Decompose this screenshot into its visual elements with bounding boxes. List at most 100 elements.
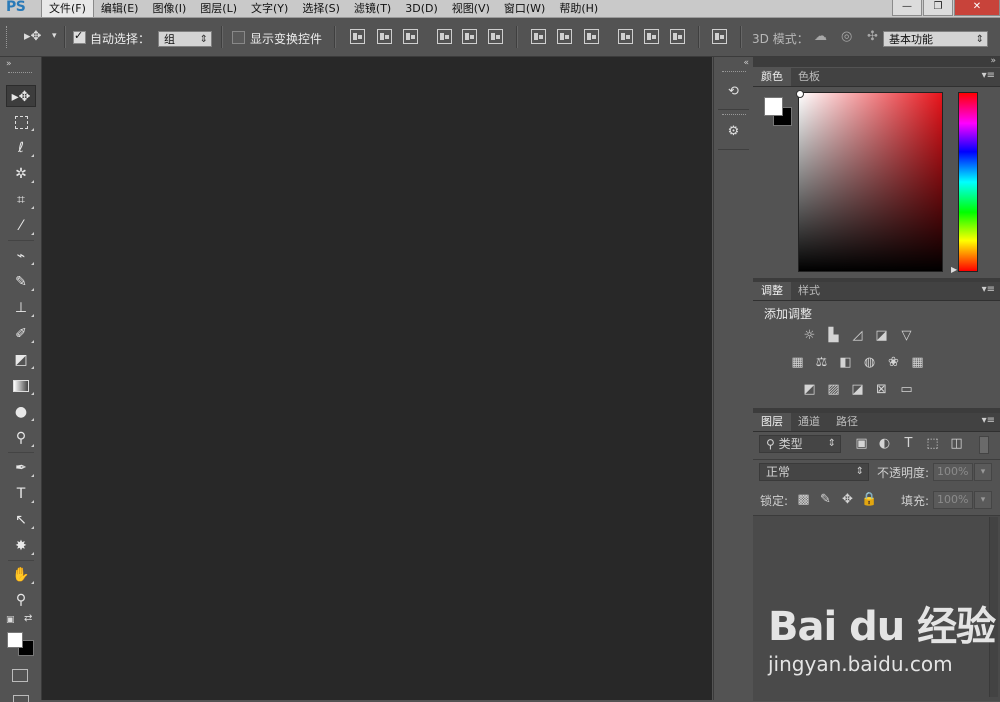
menu-window[interactable]: 窗口(W) bbox=[497, 0, 552, 17]
history-brush-tool[interactable]: ✐ bbox=[6, 323, 36, 345]
align-right-icon[interactable] bbox=[488, 29, 503, 44]
color-panel-foreground-swatch[interactable] bbox=[764, 97, 783, 116]
auto-select-checkbox[interactable] bbox=[73, 29, 86, 44]
distribute-right-icon[interactable] bbox=[670, 29, 685, 44]
strip-grip[interactable] bbox=[722, 71, 746, 75]
swap-colors-icon[interactable]: ⇄ bbox=[24, 613, 32, 624]
dodge-tool[interactable]: ⚲ bbox=[6, 427, 36, 449]
close-button[interactable]: ✕ bbox=[954, 0, 1000, 16]
exposure-icon[interactable]: ◪ bbox=[873, 328, 890, 343]
tab-channels[interactable]: 通道 bbox=[790, 413, 828, 431]
blend-mode-dropdown[interactable]: 正常 bbox=[759, 463, 869, 481]
menu-type[interactable]: 文字(Y) bbox=[244, 0, 295, 17]
path-selection-tool[interactable]: ↖ bbox=[6, 509, 36, 531]
adjustments-panel-menu-icon[interactable]: ▾≡ bbox=[982, 284, 995, 295]
align-bottom-icon[interactable] bbox=[403, 29, 418, 44]
move-tool-preset-icon[interactable]: ▸✥ bbox=[24, 30, 41, 44]
lasso-tool[interactable]: ℓ bbox=[6, 137, 36, 159]
blur-tool[interactable]: ● bbox=[6, 401, 36, 423]
toolbox-grip[interactable] bbox=[8, 72, 32, 76]
menu-view[interactable]: 视图(V) bbox=[445, 0, 497, 17]
levels-icon[interactable]: ▙ bbox=[825, 328, 842, 343]
opacity-dropdown-arrow-icon[interactable]: ▾ bbox=[974, 463, 992, 481]
menu-3d[interactable]: 3D(D) bbox=[398, 0, 445, 17]
menu-filter[interactable]: 滤镜(T) bbox=[347, 0, 398, 17]
type-tool[interactable]: T bbox=[6, 483, 36, 505]
collapse-strip-icon[interactable]: « bbox=[743, 58, 749, 68]
menu-layer[interactable]: 图层(L) bbox=[193, 0, 244, 17]
magic-wand-tool[interactable]: ✲ bbox=[6, 163, 36, 185]
crop-tool[interactable]: ⌗ bbox=[6, 189, 36, 211]
history-panel-icon[interactable]: ⟲ bbox=[720, 81, 747, 103]
color-panel-menu-icon[interactable]: ▾≡ bbox=[982, 70, 995, 81]
auto-select-dropdown[interactable]: 组 bbox=[158, 31, 212, 48]
menu-help[interactable]: 帮助(H) bbox=[552, 0, 605, 17]
lock-image-pixels-icon[interactable]: ✎ bbox=[817, 492, 834, 507]
vibrance-icon[interactable]: ▽ bbox=[898, 328, 915, 343]
distribute-top-icon[interactable] bbox=[531, 29, 546, 44]
curves-icon[interactable]: ◿ bbox=[849, 328, 866, 343]
eraser-tool[interactable]: ◩ bbox=[6, 349, 36, 371]
hue-slider-handle-icon[interactable]: ▶ bbox=[951, 265, 957, 274]
lock-all-icon[interactable]: 🔒 bbox=[861, 492, 878, 507]
align-top-icon[interactable] bbox=[350, 29, 365, 44]
foreground-color-swatch[interactable] bbox=[7, 632, 23, 648]
fill-field[interactable]: 100% bbox=[933, 491, 973, 509]
tab-styles[interactable]: 样式 bbox=[790, 282, 828, 300]
properties-panel-icon[interactable]: ⚙ bbox=[720, 121, 747, 143]
expand-toolbox-icon[interactable]: » bbox=[6, 59, 12, 69]
invert-icon[interactable]: ◩ bbox=[801, 382, 818, 397]
3d-roll-icon[interactable]: ◎ bbox=[841, 30, 852, 44]
color-balance-icon[interactable]: ⚖ bbox=[813, 355, 830, 370]
show-transform-checkbox[interactable] bbox=[232, 31, 245, 44]
minimize-button[interactable]: — bbox=[892, 0, 922, 16]
filter-type-icon[interactable]: T bbox=[900, 436, 917, 451]
align-left-icon[interactable] bbox=[437, 29, 452, 44]
filter-shape-icon[interactable]: ⬚ bbox=[924, 436, 941, 451]
filter-smart-object-icon[interactable]: ◫ bbox=[948, 436, 965, 451]
shape-tool[interactable]: ✸ bbox=[6, 535, 36, 557]
gradient-tool[interactable] bbox=[6, 375, 36, 397]
photo-filter-icon[interactable]: ◍ bbox=[861, 355, 878, 370]
lock-position-icon[interactable]: ✥ bbox=[839, 492, 856, 507]
color-picker-marker[interactable] bbox=[796, 90, 804, 98]
filter-adjustment-icon[interactable]: ◐ bbox=[876, 436, 893, 451]
hue-saturation-icon[interactable]: ▦ bbox=[789, 355, 806, 370]
distribute-vertical-center-icon[interactable] bbox=[557, 29, 572, 44]
eyedropper-tool[interactable]: ⁄ bbox=[6, 215, 36, 237]
gradient-map-icon[interactable]: ▭ bbox=[898, 382, 915, 397]
brush-tool[interactable]: ✎ bbox=[6, 271, 36, 293]
distribute-horizontal-center-icon[interactable] bbox=[644, 29, 659, 44]
opacity-field[interactable]: 100% bbox=[933, 463, 973, 481]
layer-filter-dropdown[interactable]: ⚲ 类型 bbox=[759, 435, 841, 453]
workspace-dropdown[interactable]: 基本功能 bbox=[883, 31, 988, 48]
threshold-icon[interactable]: ◪ bbox=[849, 382, 866, 397]
document-canvas-area[interactable] bbox=[42, 57, 712, 700]
lock-transparent-pixels-icon[interactable]: ▩ bbox=[795, 492, 812, 507]
black-white-icon[interactable]: ◧ bbox=[837, 355, 854, 370]
auto-align-layers-icon[interactable] bbox=[712, 29, 727, 44]
tab-layers[interactable]: 图层 bbox=[753, 413, 791, 431]
healing-brush-tool[interactable]: ⌁ bbox=[6, 245, 36, 267]
hue-slider[interactable] bbox=[958, 92, 978, 272]
tab-color[interactable]: 颜色 bbox=[753, 68, 791, 86]
color-lookup-icon[interactable]: ▦ bbox=[909, 355, 926, 370]
menu-file[interactable]: 文件(F) bbox=[41, 0, 94, 17]
align-horizontal-center-icon[interactable] bbox=[462, 29, 477, 44]
maximize-button[interactable]: ❐ bbox=[923, 0, 953, 16]
tab-swatches[interactable]: 色板 bbox=[790, 68, 828, 86]
pen-tool[interactable]: ✒ bbox=[6, 457, 36, 479]
clone-stamp-tool[interactable]: ⊥ bbox=[6, 297, 36, 319]
posterize-icon[interactable]: ▨ bbox=[825, 382, 842, 397]
brightness-contrast-icon[interactable]: ☼ bbox=[801, 328, 818, 343]
quick-mask-icon[interactable] bbox=[12, 669, 28, 682]
move-tool[interactable]: ▸✥ bbox=[6, 85, 36, 107]
filter-pixel-icon[interactable]: ▣ bbox=[853, 436, 870, 451]
marquee-tool[interactable] bbox=[6, 111, 36, 133]
strip-grip[interactable] bbox=[722, 114, 746, 118]
tab-adjustments[interactable]: 调整 bbox=[753, 282, 791, 300]
layers-panel-menu-icon[interactable]: ▾≡ bbox=[982, 415, 995, 426]
selective-color-icon[interactable]: ⊠ bbox=[873, 382, 890, 397]
3d-orbit-icon[interactable]: ☁ bbox=[814, 30, 827, 44]
3d-pan-icon[interactable]: ✣ bbox=[867, 30, 878, 44]
